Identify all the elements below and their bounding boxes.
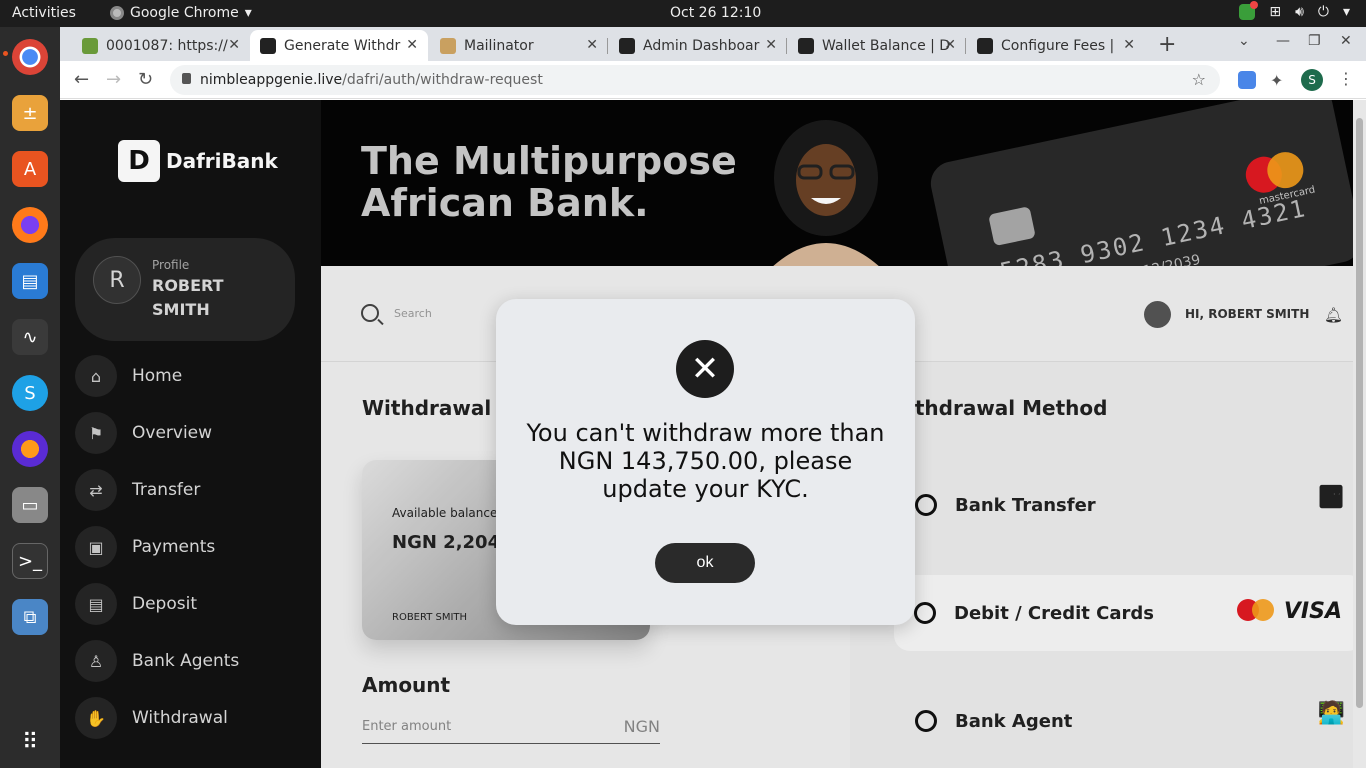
- dafri-favicon-icon: [260, 37, 276, 54]
- files-icon[interactable]: ▭: [12, 487, 48, 523]
- firefox-icon[interactable]: [12, 207, 48, 243]
- tab-title: Admin Dashboar: [643, 37, 760, 54]
- translate-icon[interactable]: [1238, 71, 1256, 89]
- close-window-icon[interactable]: ✕: [1340, 33, 1352, 49]
- dafri-favicon-icon: [977, 37, 993, 54]
- close-icon[interactable]: ✕: [765, 37, 777, 53]
- tab-separator: [607, 38, 608, 54]
- tab-wallet-balance[interactable]: Wallet Balance | D ✕: [788, 30, 966, 61]
- modal-message: You can't withdraw more than NGN 143,750…: [526, 419, 885, 503]
- tab-separator: [965, 38, 966, 54]
- tab-title: 0001087: https://: [106, 37, 228, 54]
- software-center-icon[interactable]: A: [12, 151, 48, 187]
- profile-avatar[interactable]: S: [1301, 69, 1323, 91]
- reload-icon[interactable]: ↻: [138, 69, 153, 90]
- url-path: /dafri/auth/withdraw-request: [342, 72, 543, 88]
- activities-button[interactable]: Activities: [12, 5, 76, 21]
- tab-title: Mailinator: [464, 37, 534, 54]
- close-icon[interactable]: ✕: [1123, 37, 1135, 53]
- tab-mantis[interactable]: 0001087: https:// ✕: [72, 30, 250, 61]
- back-icon[interactable]: ←: [74, 69, 89, 90]
- system-top-bar: Activities Google Chrome ▾ Oct 26 12:10 …: [0, 0, 1366, 27]
- tab-search-icon[interactable]: ⌄: [1238, 33, 1250, 49]
- chrome-icon: [110, 6, 124, 20]
- bug-icon: [82, 37, 98, 54]
- address-bar: ← → ↻ nimbleappgenie.live/dafri/auth/wit…: [60, 61, 1366, 99]
- close-icon[interactable]: ✕: [586, 37, 598, 53]
- tab-strip: 0001087: https:// ✕ Generate Withdr ✕ Ma…: [60, 27, 1366, 61]
- network-icon[interactable]: ⊞: [1269, 4, 1281, 20]
- remote-desktop-icon[interactable]: ⧉: [12, 599, 48, 635]
- star-icon[interactable]: ☆: [1192, 70, 1206, 89]
- maximize-icon[interactable]: ❐: [1308, 33, 1321, 49]
- tab-title: Generate Withdr: [284, 37, 401, 54]
- power-icon[interactable]: ⏻: [1318, 4, 1329, 20]
- system-tray[interactable]: ⊞ 🔊︎ ⏻ ▾: [1239, 1, 1350, 20]
- url-field[interactable]: nimbleappgenie.live/dafri/auth/withdraw-…: [170, 65, 1220, 95]
- mailinator-icon: [440, 37, 456, 54]
- calculator-icon[interactable]: ±: [12, 95, 48, 131]
- terminal-icon[interactable]: >_: [12, 543, 48, 579]
- tab-configure-fees[interactable]: Configure Fees | ✕: [967, 30, 1145, 61]
- extensions-icon[interactable]: ✦: [1270, 71, 1288, 90]
- clock[interactable]: Oct 26 12:10: [670, 5, 761, 21]
- update-icon[interactable]: [1239, 1, 1259, 20]
- lock-icon[interactable]: [182, 73, 191, 84]
- active-indicator: [3, 51, 8, 56]
- caret-down-icon: ▾: [244, 5, 252, 21]
- minimize-icon[interactable]: —: [1276, 33, 1290, 49]
- chrome-dock-icon[interactable]: [12, 39, 48, 75]
- menu-icon[interactable]: ⋮: [1338, 69, 1354, 88]
- browser-window: 0001087: https:// ✕ Generate Withdr ✕ Ma…: [60, 27, 1366, 768]
- tab-mailinator[interactable]: Mailinator ✕: [430, 30, 608, 61]
- dafri-favicon-icon: [619, 37, 635, 54]
- app-menu[interactable]: Google Chrome ▾: [110, 5, 252, 21]
- close-icon[interactable]: ✕: [228, 37, 240, 53]
- close-icon[interactable]: ✕: [406, 37, 418, 53]
- tab-title: Configure Fees |: [1001, 37, 1115, 54]
- new-tab-button[interactable]: +: [1158, 32, 1176, 57]
- skype-icon[interactable]: S: [12, 375, 48, 411]
- dock: ± A ▤ ∿ S ▭ >_ ⧉ ⠿: [0, 27, 60, 768]
- writer-icon[interactable]: ▤: [12, 263, 48, 299]
- tab-separator: [786, 38, 787, 54]
- caret-down-icon[interactable]: ▾: [1343, 4, 1350, 20]
- error-modal: ✕ You can't withdraw more than NGN 143,7…: [496, 299, 915, 625]
- close-icon[interactable]: ✕: [944, 37, 956, 53]
- volume-icon[interactable]: 🔊︎: [1295, 4, 1304, 20]
- tab-generate-withdraw[interactable]: Generate Withdr ✕: [250, 30, 428, 61]
- tab-title: Wallet Balance | D: [822, 37, 951, 54]
- url-host: nimbleappgenie.live: [200, 72, 343, 88]
- system-monitor-icon[interactable]: ∿: [12, 319, 48, 355]
- close-circle-icon: ✕: [676, 340, 734, 398]
- tab-admin-dashboard[interactable]: Admin Dashboar ✕: [609, 30, 787, 61]
- app-menu-label: Google Chrome: [130, 5, 239, 21]
- firefox-dev-icon[interactable]: [12, 431, 48, 467]
- page-viewport: D DafriBank R Profile ROBERT SMITH ⌂ Hom…: [60, 100, 1366, 768]
- dafri-favicon-icon: [798, 37, 814, 54]
- show-apps-icon[interactable]: ⠿: [12, 724, 48, 760]
- forward-icon[interactable]: →: [106, 69, 121, 90]
- ok-button[interactable]: ok: [655, 543, 755, 583]
